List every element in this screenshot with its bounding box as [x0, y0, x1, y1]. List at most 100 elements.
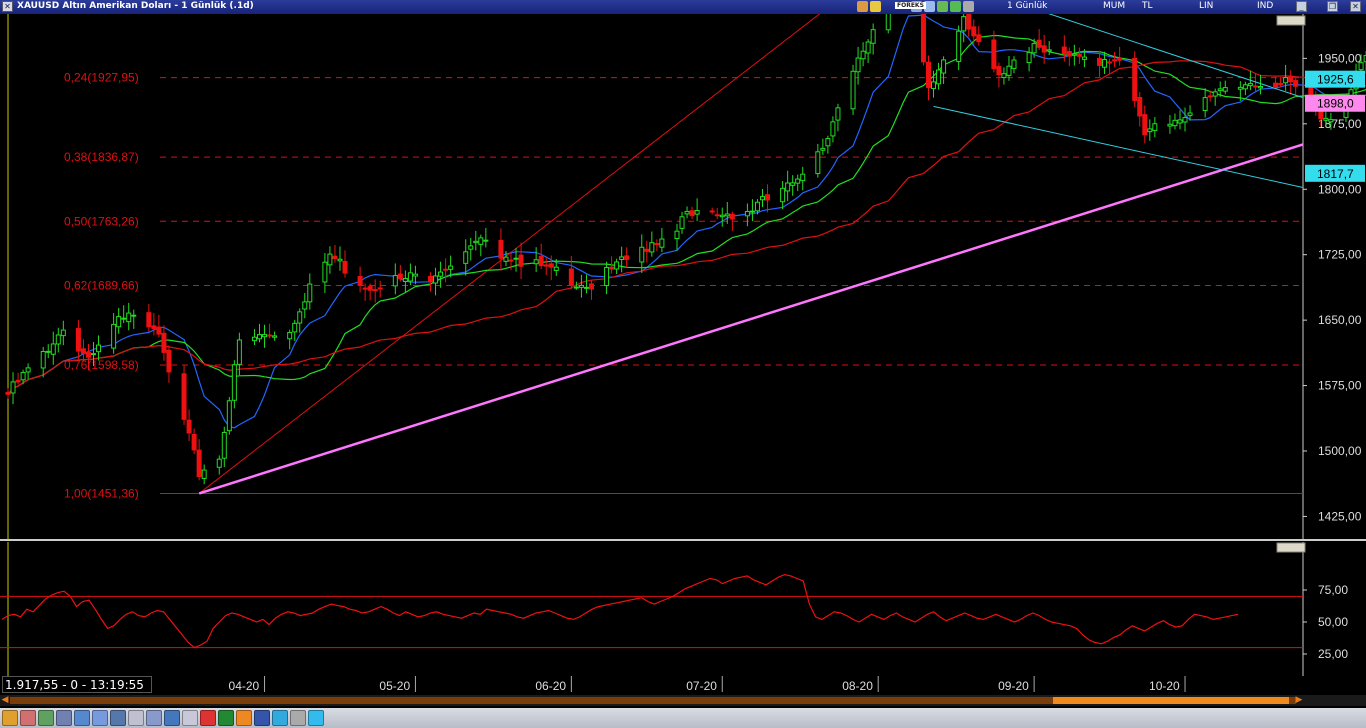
cursor-tool-icon[interactable] — [2, 710, 18, 726]
candle-body — [262, 334, 268, 338]
candle-body — [1006, 65, 1012, 76]
info-icon[interactable] — [308, 710, 324, 726]
candle-body — [729, 213, 735, 220]
candle-body — [91, 353, 97, 356]
candle-body — [287, 332, 293, 340]
check-icon[interactable] — [950, 1, 961, 12]
candle-body — [925, 61, 931, 88]
candle-body — [297, 311, 303, 324]
candle-body — [1071, 53, 1077, 56]
compare-icon[interactable] — [963, 1, 974, 12]
candle-body — [332, 255, 338, 260]
candle-body — [498, 239, 504, 259]
candle-body — [443, 268, 449, 271]
candle-body — [307, 283, 313, 303]
pdf-icon[interactable] — [200, 710, 216, 726]
candle-body — [342, 260, 348, 274]
scroll-thumb[interactable] — [1053, 697, 1289, 704]
candle-body — [1177, 119, 1183, 124]
fib-level-label: 1,00(1451,36) — [64, 486, 139, 500]
restore-icon[interactable]: ❐ — [1327, 1, 1338, 12]
template-tool-icon[interactable] — [56, 710, 72, 726]
chart-area[interactable]: 2175,002100,002025,001950,001875,001800,… — [0, 14, 1366, 694]
twitter-icon[interactable] — [272, 710, 288, 726]
candle-body — [941, 59, 947, 74]
bar-tool-icon[interactable] — [38, 710, 54, 726]
candle-body — [1112, 59, 1118, 62]
database-icon[interactable] — [164, 710, 180, 726]
candle-body — [191, 433, 197, 451]
candle-body — [392, 275, 398, 287]
candle-body — [221, 431, 227, 459]
period-selector[interactable]: 1 Günlük — [1007, 1, 1047, 11]
indicator-selector[interactable]: IND — [1257, 1, 1273, 11]
candle-body — [976, 34, 982, 43]
candle-body — [619, 256, 625, 260]
candle-body — [216, 458, 222, 468]
color-tool-icon[interactable] — [20, 710, 36, 726]
scale-selector[interactable]: LIN — [1199, 1, 1213, 11]
candle-body — [583, 286, 589, 289]
candle-body — [337, 258, 343, 262]
chart-settings-icon[interactable] — [857, 1, 868, 12]
candle-body — [478, 237, 484, 245]
candle-body — [850, 70, 856, 110]
candle-body — [1207, 95, 1213, 98]
print-preview-icon[interactable] — [182, 710, 198, 726]
price-tag-label: 1898,0 — [1317, 97, 1354, 111]
candle-body — [10, 381, 16, 394]
excel-icon[interactable] — [218, 710, 234, 726]
bell-icon[interactable] — [870, 1, 881, 12]
candle-body — [568, 268, 574, 286]
candle-body — [538, 255, 544, 267]
pencil-icon[interactable] — [937, 1, 948, 12]
document-icon[interactable] — [146, 710, 162, 726]
price-pane[interactable]: 2175,002100,002025,001950,001875,001800,… — [0, 14, 1366, 589]
print-icon[interactable] — [128, 710, 144, 726]
minimize-icon[interactable]: _ — [1296, 1, 1307, 12]
candle-body — [156, 326, 162, 335]
candle-body — [714, 214, 720, 217]
share-icon[interactable] — [236, 710, 252, 726]
settings-icon[interactable] — [290, 710, 306, 726]
window-title: XAUUSD Altın Amerikan Doları - 1 Günlük … — [17, 1, 254, 11]
candle-body — [644, 248, 650, 252]
candle-body — [961, 16, 967, 32]
candle-body — [1323, 117, 1329, 121]
candle-body — [45, 350, 51, 353]
candle-body — [624, 255, 630, 260]
candle-body — [553, 266, 559, 271]
candle-body — [684, 210, 690, 215]
candle-body — [518, 254, 524, 267]
candle-body — [433, 275, 439, 284]
zoom-in-icon[interactable] — [74, 710, 90, 726]
candle-body — [1217, 88, 1223, 92]
chart-type-selector[interactable]: MUM — [1103, 1, 1125, 11]
y-tick-label: 1650,00 — [1318, 313, 1362, 327]
candle-body — [790, 182, 796, 186]
candle-body — [473, 240, 479, 244]
currency-selector[interactable]: TL — [1142, 1, 1153, 11]
candle-body — [1257, 85, 1263, 89]
candle-body — [885, 14, 891, 31]
candle-body — [166, 349, 172, 373]
candle-body — [754, 201, 760, 212]
copy-icon[interactable] — [110, 710, 126, 726]
candle-body — [186, 419, 192, 434]
candle-body — [55, 334, 61, 345]
facebook-icon[interactable] — [254, 710, 270, 726]
candle-body — [855, 57, 861, 73]
y-tick-label: 1725,00 — [1318, 248, 1362, 262]
close-icon[interactable]: ✕ — [1350, 1, 1361, 12]
candle-body — [1097, 57, 1103, 66]
system-menu-icon[interactable]: ✕ — [2, 1, 13, 12]
search-icon[interactable] — [92, 710, 108, 726]
scroll-right-icon[interactable]: ▶ — [1294, 695, 1304, 706]
scroll-left-icon[interactable]: ◀ — [0, 695, 10, 706]
candle-body — [1328, 119, 1334, 123]
candle-body — [1011, 59, 1017, 69]
chart-scrollbar[interactable]: ◀ ▶ — [0, 695, 1366, 706]
candle-body — [1137, 97, 1143, 117]
candle-body — [659, 238, 665, 248]
rsi-pane[interactable]: 75,00 50,00 25,00 — [0, 542, 1366, 676]
